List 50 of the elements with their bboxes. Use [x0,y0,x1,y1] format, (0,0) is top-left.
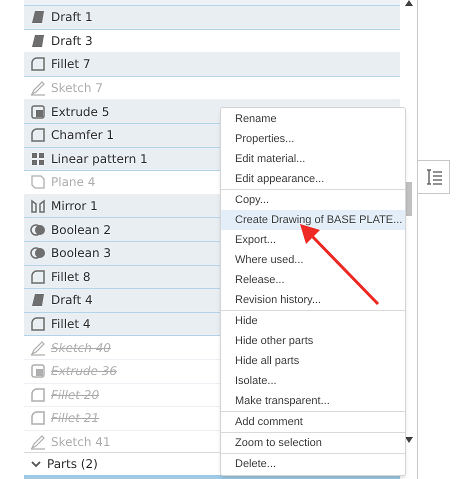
feature-label: Draft 1 [51,9,93,26]
feature-label: Mirror 1 [51,198,98,216]
rounded-corner-icon [30,56,46,72]
pencil-icon [30,434,46,450]
feature-label: Boolean 3 [51,245,112,262]
rounded-corner-icon [30,316,46,332]
feature-label: Draft 3 [51,32,93,50]
menu-item[interactable]: Delete... [221,454,405,474]
feature-label: Extrude 5 [51,104,110,121]
boolean-icon [30,222,46,238]
feature-label: Draft 4 [51,292,93,310]
feature-row[interactable]: Fillet 7 [24,53,400,77]
feature-row[interactable]: Draft 1 [24,6,400,30]
scroll-down-icon[interactable] [405,437,413,443]
feature-label: Fillet 4 [51,316,91,334]
feature-label: Fillet 8 [51,268,91,286]
rounded-corner-icon [30,386,46,403]
feature-row[interactable]: Draft 3 [24,30,400,54]
feature-label: Plane 4 [51,174,96,192]
draft-icon [30,32,46,49]
pattern-icon [30,150,46,167]
list-icon [424,168,442,186]
feature-label: Sketch 41 [51,434,111,451]
mirror-icon [30,198,46,214]
pencil-icon [30,340,46,356]
rounded-corner-icon [30,268,46,285]
scroll-up-icon[interactable] [405,0,413,6]
menu-item[interactable]: Create Drawing of BASE PLATE... [221,210,405,230]
feature-label: Boolean 2 [51,222,112,239]
feature-label: Extrude 36 [51,363,118,380]
feature-label: Fillet 21 [51,410,100,428]
scrollbar-thumb[interactable] [406,182,412,216]
menu-item[interactable]: Add comment [221,412,405,432]
feature-label: Fillet 20 [51,386,100,404]
rounded-corner-icon [30,127,46,144]
rounded-corner-icon [30,410,46,426]
feature-label: Fillet 7 [51,56,91,74]
menu-item[interactable]: Zoom to selection [221,433,405,453]
feature-label: Sketch 7 [51,80,103,98]
feature-label: Chamfer 1 [51,127,114,144]
draft-icon [30,9,46,26]
plane-icon [30,174,46,190]
feature-label: Linear pattern 1 [51,150,148,168]
feature-label: Sketch 40 [51,340,111,357]
extrude-icon [30,104,46,120]
draft-icon [30,292,46,308]
boolean-icon [30,245,46,262]
pencil-icon [30,80,46,96]
extrude-icon [30,363,46,380]
list-button[interactable] [418,160,450,194]
